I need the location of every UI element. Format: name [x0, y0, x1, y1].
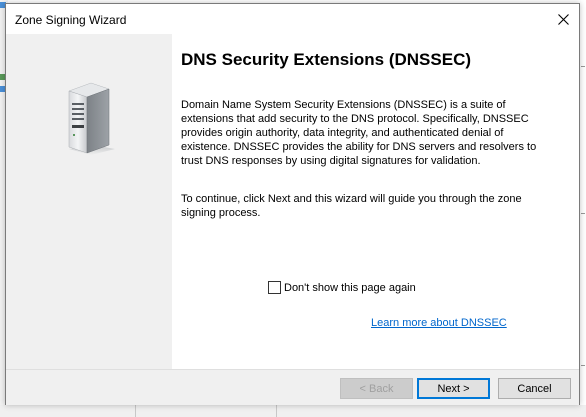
close-button[interactable]	[551, 8, 575, 30]
wizard-button-bar: < Back Next > Cancel	[6, 369, 579, 405]
close-icon	[557, 13, 569, 25]
back-button[interactable]: < Back	[340, 378, 413, 399]
window-title: Zone Signing Wizard	[15, 13, 127, 27]
next-button[interactable]: Next >	[417, 378, 490, 399]
title-bar[interactable]: Zone Signing Wizard	[6, 4, 579, 34]
background-app-edge-bottom	[0, 405, 586, 417]
server-icon	[68, 82, 115, 155]
instruction-text: To continue, click Next and this wizard …	[181, 193, 522, 219]
learn-more-link[interactable]: Learn more about DNSSEC	[371, 317, 507, 329]
background-app-edge-right	[580, 0, 586, 417]
description-text: Domain Name System Security Extensions (…	[181, 99, 537, 167]
cancel-button[interactable]: Cancel	[498, 378, 571, 399]
page-title: DNS Security Extensions (DNSSEC)	[181, 50, 472, 69]
dont-show-again-label: Don't show this page again	[284, 281, 416, 294]
wizard-side-panel	[6, 34, 172, 369]
wizard-main-panel: DNS Security Extensions (DNSSEC) Domain …	[172, 34, 579, 369]
wizard-content: DNS Security Extensions (DNSSEC) Domain …	[6, 34, 579, 369]
dont-show-again-checkbox[interactable]	[268, 281, 281, 294]
zone-signing-wizard-dialog: Zone Signing Wizard DNS Security Extensi…	[5, 3, 580, 405]
dont-show-again-option[interactable]: Don't show this page again	[268, 281, 416, 294]
